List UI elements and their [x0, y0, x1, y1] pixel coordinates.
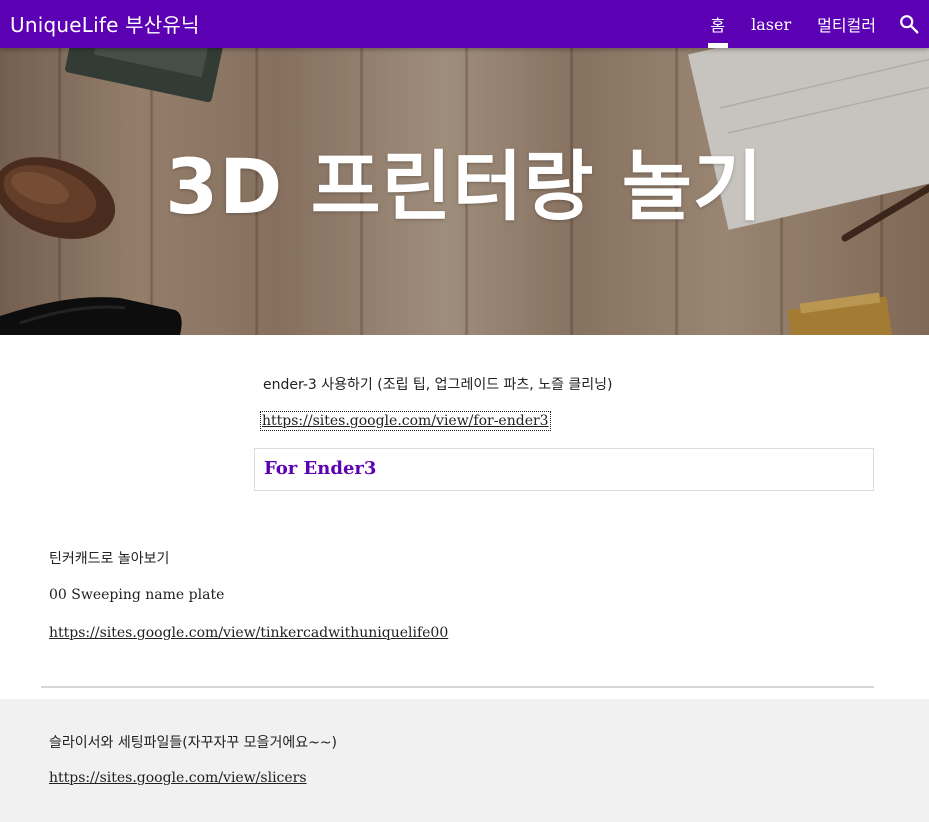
tinkercad-link[interactable]: https://sites.google.com/view/tinkercadw…: [49, 625, 448, 641]
section-divider: [41, 686, 874, 688]
hero-title: 3D 프린터랑 놀기: [165, 142, 764, 231]
slicer-section: 슬라이서와 세팅파일들(자꾸자꾸 모을거에요~~) https://sites.…: [0, 699, 929, 822]
search-button[interactable]: [889, 0, 929, 48]
hero-banner: 3D 프린터랑 놀기: [0, 48, 929, 335]
nav-item-laser[interactable]: laser: [751, 0, 791, 48]
slicer-link[interactable]: https://sites.google.com/view/slicers: [49, 770, 307, 786]
site-title[interactable]: UniqueLife 부산유닉: [10, 9, 200, 38]
nav-item-home[interactable]: 홈: [710, 0, 725, 48]
for-ender3-card[interactable]: For Ender3: [254, 448, 874, 491]
ender-link[interactable]: https://sites.google.com/view/for-ender3: [260, 411, 551, 431]
card-title: For Ender3: [264, 458, 377, 479]
nav-item-multicolor[interactable]: 멀티컬러: [817, 0, 876, 48]
tinkercad-heading: 틴커캐드로 놀아보기: [49, 551, 170, 567]
tinkercad-item: 00 Sweeping name plate: [49, 587, 225, 603]
ender-description: ender-3 사용하기 (조립 팁, 업그레이드 파츠, 노즐 클리닝): [263, 377, 613, 393]
top-navigation-bar: UniqueLife 부산유닉 홈 laser 멀티컬러: [0, 0, 929, 48]
main-nav: 홈 laser 멀티컬러: [697, 0, 929, 48]
slicer-heading: 슬라이서와 세팅파일들(자꾸자꾸 모을거에요~~): [49, 735, 338, 751]
search-icon: [900, 15, 919, 34]
